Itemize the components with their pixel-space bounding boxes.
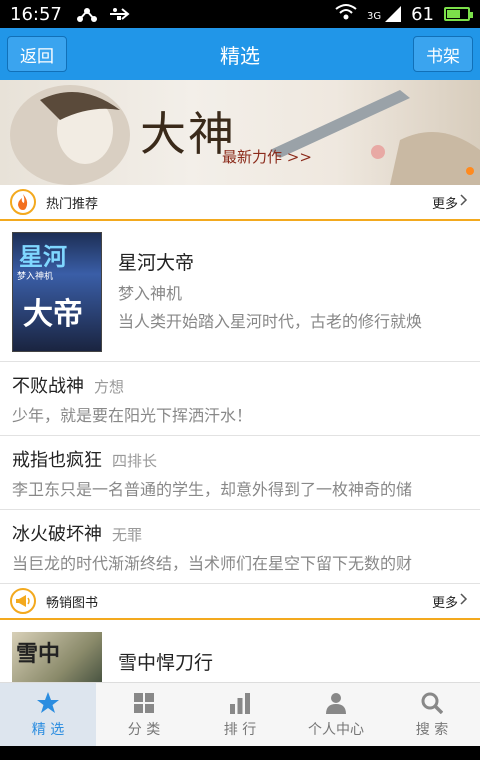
book-author: 梦入神机 (118, 284, 183, 303)
page-title: 精选 (220, 43, 260, 68)
book-cover: 雪中 (12, 632, 102, 682)
book-title: 冰火破坏神 (12, 524, 102, 545)
status-bar: 16:57 3G 61 (0, 0, 480, 28)
cover-author: 梦入神机 (17, 272, 54, 282)
book-description: 当巨龙的时代渐渐终结，当术师们在星空下留下无数的财 (12, 554, 413, 573)
battery-level-text: 61 (411, 3, 434, 25)
tab-featured[interactable]: 精 选 (0, 683, 96, 746)
search-icon (421, 691, 443, 715)
back-button[interactable]: 返回 (7, 36, 67, 72)
book-description: 李卫东只是一名普通的学生，却意外得到了一枚神奇的储 (12, 480, 413, 499)
banner-subline: 最新力作 >> (222, 148, 312, 166)
network-type: 3G (366, 11, 382, 22)
app-header: 返回 精选 书架 (0, 28, 480, 80)
chevron-right-icon (460, 194, 468, 210)
tab-label: 分 类 (127, 721, 161, 738)
tab-search[interactable]: 搜 索 (384, 683, 480, 746)
cover-title: 星河 (19, 243, 67, 271)
section-title-bestseller: 畅销图书 (46, 595, 99, 611)
usb-icon (108, 5, 132, 23)
book-description: 当人类开始踏入星河时代，古老的修行就焕 (118, 312, 423, 331)
tab-ranking[interactable]: 排 行 (192, 683, 288, 746)
book-author: 方想 (94, 378, 125, 396)
person-icon (325, 691, 347, 715)
book-title: 雪中悍刀行 (118, 652, 214, 674)
wifi-icon (335, 3, 357, 26)
bookshelf-button[interactable]: 书架 (413, 36, 473, 72)
tab-label: 排 行 (223, 721, 257, 738)
banner-artwork (10, 85, 480, 185)
list-item[interactable]: 冰火破坏神 无罪 当巨龙的时代渐渐终结，当术师们在星空下留下无数的财 (0, 510, 480, 584)
book-author: 无罪 (112, 526, 143, 544)
section-header-hot: 热门推荐 更多 (0, 185, 480, 221)
more-link-bestseller[interactable]: 更多 (432, 592, 468, 611)
featured-book[interactable]: 星河 梦入神机 大帝 星河大帝 梦入神机 当人类开始踏入星河时代，古老的修行就焕 (0, 222, 480, 362)
book-description: 少年，就是要在阳光下挥洒汗水！ (12, 406, 253, 425)
signal-icon: 3G (366, 6, 402, 22)
book-title: 不败战神 (12, 376, 84, 397)
book-title: 星河大帝 (118, 252, 195, 274)
cover-big-text: 大帝 (23, 297, 83, 332)
more-label: 更多 (431, 595, 458, 611)
grid-icon (133, 691, 155, 715)
tab-label: 精 选 (31, 721, 65, 738)
more-link-hot[interactable]: 更多 (432, 193, 468, 212)
tab-profile[interactable]: 个人中心 (288, 683, 384, 746)
clock: 16:57 (10, 3, 62, 25)
book-title: 戒指也疯狂 (12, 450, 102, 471)
section-title-hot: 热门推荐 (46, 196, 99, 212)
share-icon (76, 5, 98, 23)
carousel-indicator (466, 167, 474, 175)
list-item[interactable]: 戒指也疯狂 四排长 李卫东只是一名普通的学生，却意外得到了一枚神奇的储 (0, 436, 480, 510)
bottom-tab-bar: 精 选 分 类 排 行 个人中心 搜 索 (0, 682, 480, 746)
section-header-bestseller: 畅销图书 更多 (0, 584, 480, 620)
star-icon (36, 691, 60, 715)
bar-chart-icon (229, 691, 251, 715)
tab-label: 搜 索 (415, 721, 449, 738)
tab-label: 个人中心 (308, 721, 364, 738)
cover-title: 雪中 (16, 642, 61, 667)
list-item[interactable]: 不败战神 方想 少年，就是要在阳光下挥洒汗水！ (0, 362, 480, 436)
megaphone-icon (10, 588, 36, 614)
system-nav-strip (0, 746, 480, 760)
book-cover: 星河 梦入神机 大帝 (12, 232, 102, 352)
featured-book-bestseller[interactable]: 雪中 雪中悍刀行 (0, 622, 480, 682)
promo-banner[interactable]: 大神 最新力作 >> (0, 80, 480, 185)
tab-category[interactable]: 分 类 (96, 683, 192, 746)
book-author: 四排长 (112, 452, 158, 470)
more-label: 更多 (431, 196, 458, 212)
flame-icon (10, 189, 36, 215)
battery-icon (444, 7, 473, 21)
battery-fill (447, 10, 461, 18)
chevron-right-icon (460, 593, 468, 609)
